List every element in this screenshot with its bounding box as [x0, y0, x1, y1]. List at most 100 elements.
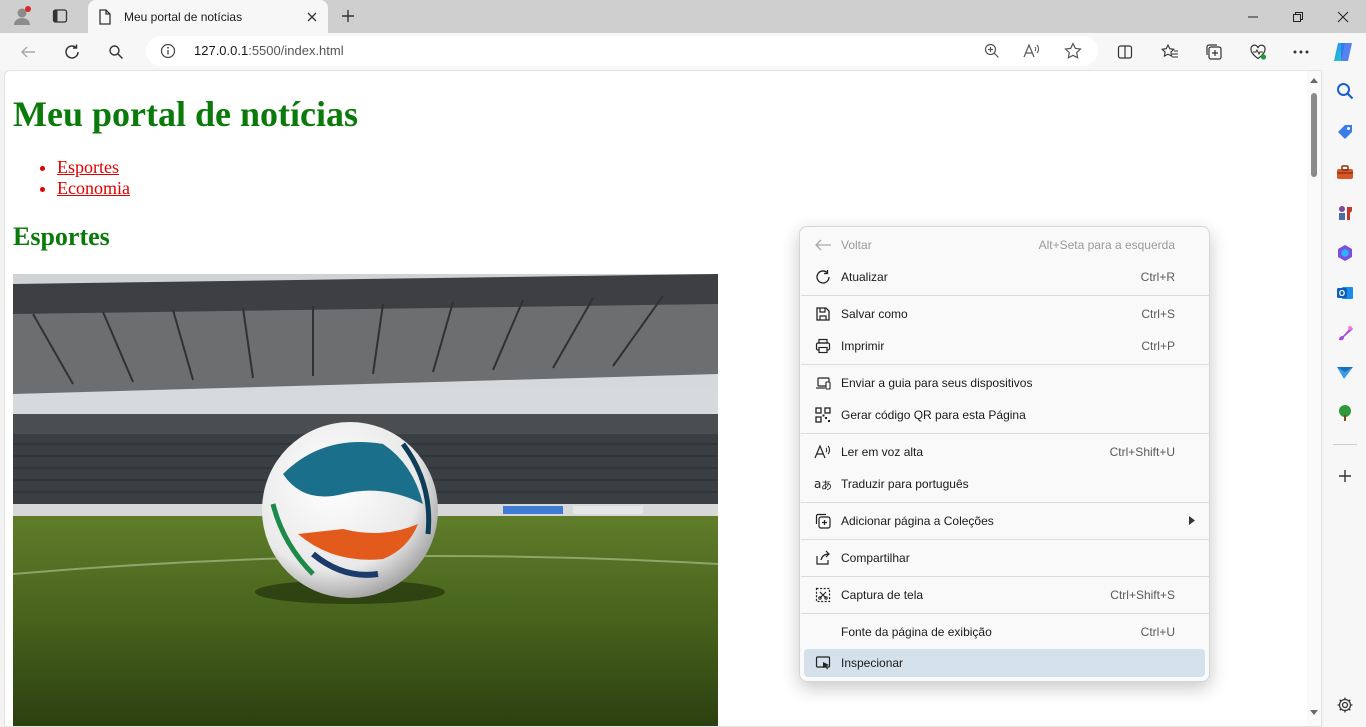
menu-label: Gerar código QR para esta Página: [841, 408, 1026, 422]
menu-item-translate[interactable]: aあ Traduzir para português: [804, 469, 1205, 499]
minimize-button[interactable]: [1230, 0, 1276, 33]
menu-separator: [801, 295, 1210, 296]
favorite-button[interactable]: [1060, 39, 1086, 63]
screenshot-icon: [815, 587, 831, 603]
sidebar-add[interactable]: [1332, 463, 1358, 489]
split-screen-button[interactable]: [1109, 36, 1141, 68]
tab-actions-button[interactable]: [44, 2, 76, 30]
tab-actions-icon: [52, 9, 68, 23]
menu-label: Fonte da página de exibição: [841, 625, 992, 639]
vertical-scrollbar[interactable]: [1307, 71, 1321, 726]
refresh-icon: [65, 44, 79, 59]
chess-icon: [1339, 206, 1352, 220]
menu-item-back[interactable]: Voltar Alt+Seta para a esquerda: [804, 230, 1205, 260]
settings-more-button[interactable]: [1285, 36, 1317, 68]
search-icon: [109, 45, 124, 60]
menu-label: Captura de tela: [841, 588, 924, 602]
menu-label: Compartilhar: [841, 551, 910, 565]
printer-icon: [815, 338, 831, 354]
outlook-icon: O: [1337, 287, 1353, 299]
tab-active[interactable]: Meu portal de notícias: [88, 0, 328, 33]
link-esportes[interactable]: Esportes: [57, 157, 119, 177]
link-economia[interactable]: Economia: [57, 178, 130, 198]
info-icon[interactable]: [160, 43, 176, 59]
section-heading: Esportes: [13, 222, 110, 251]
refresh-icon: [816, 270, 830, 284]
save-icon: [816, 307, 830, 321]
tab-strip: Meu portal de notícias: [0, 0, 1366, 33]
sidebar-tree[interactable]: [1332, 400, 1358, 426]
menu-shortcut: Ctrl+R: [1140, 270, 1175, 284]
copilot-button[interactable]: [1327, 36, 1359, 68]
menu-item-save-as[interactable]: Salvar como Ctrl+S: [804, 299, 1205, 329]
menu-item-refresh[interactable]: Atualizar Ctrl+R: [804, 262, 1205, 292]
tree-icon: [1339, 405, 1351, 421]
sidebar-copilot-m365[interactable]: [1332, 240, 1358, 266]
split-screen-icon: [1117, 45, 1133, 59]
close-tab-icon[interactable]: [306, 11, 318, 23]
edge-sidebar: O: [1324, 70, 1366, 727]
sidebar-shopping[interactable]: [1332, 119, 1358, 145]
collections-button[interactable]: [1198, 36, 1230, 68]
address-bar[interactable]: 127.0.0.1:5500/index.html: [146, 36, 1098, 66]
new-tab-button[interactable]: [332, 2, 364, 30]
address-path: :5500/index.html: [248, 43, 344, 58]
menu-item-print[interactable]: Imprimir Ctrl+P: [804, 331, 1205, 361]
context-menu: Voltar Alt+Seta para a esquerda Atualiza…: [799, 226, 1210, 682]
sidebar-settings[interactable]: [1332, 692, 1358, 718]
sidebar-games[interactable]: [1332, 200, 1358, 226]
back-button[interactable]: [12, 36, 44, 68]
menu-item-inspect[interactable]: Inspecionar: [804, 649, 1205, 677]
favorites-button[interactable]: [1154, 36, 1186, 68]
translate-icon: aあ: [814, 477, 832, 492]
devices-icon: [816, 377, 831, 390]
nav-list-item: Esportes: [57, 157, 130, 178]
menu-shortcut: Alt+Seta para a esquerda: [1038, 238, 1175, 252]
browser-essentials-button[interactable]: [1242, 36, 1274, 68]
menu-item-view-source[interactable]: Fonte da página de exibição Ctrl+U: [804, 617, 1205, 647]
read-aloud-icon: [1023, 43, 1039, 58]
chevron-right-icon: [1189, 516, 1195, 525]
restore-button[interactable]: [1275, 0, 1321, 33]
scroll-up-icon[interactable]: [1310, 77, 1318, 85]
sidebar-search[interactable]: [1332, 78, 1358, 104]
qr-code-icon: [815, 407, 831, 423]
scroll-thumb[interactable]: [1311, 93, 1317, 177]
read-aloud-button[interactable]: [1019, 39, 1045, 63]
sidebar-designer[interactable]: [1332, 320, 1358, 346]
profile-icon: [14, 6, 31, 25]
menu-label: Inspecionar: [841, 656, 904, 670]
menu-item-send-tab[interactable]: Enviar a guia para seus dispositivos: [804, 368, 1205, 398]
zoom-in-icon: [984, 43, 999, 58]
refresh-button[interactable]: [56, 36, 88, 68]
menu-item-share[interactable]: Compartilhar: [804, 543, 1205, 573]
menu-shortcut: Ctrl+S: [1141, 307, 1175, 321]
close-window-button[interactable]: [1320, 0, 1366, 33]
sidebar-send[interactable]: [1332, 360, 1358, 386]
read-aloud-icon: [814, 444, 830, 459]
inspect-icon: [815, 656, 831, 670]
menu-label: Adicionar página a Coleções: [841, 514, 994, 528]
sidebar-separator: [1333, 444, 1357, 445]
page-icon: [99, 8, 111, 25]
menu-item-read-aloud[interactable]: Ler em voz alta Ctrl+Shift+U: [804, 437, 1205, 467]
profile-button[interactable]: [6, 2, 38, 30]
m365-icon: [1338, 245, 1352, 261]
sidebar-outlook[interactable]: O: [1332, 280, 1358, 306]
menu-shortcut: Ctrl+P: [1141, 339, 1175, 353]
arrow-left-icon: [815, 239, 831, 251]
menu-item-add-to-collections[interactable]: Adicionar página a Coleções: [804, 506, 1205, 536]
address-text[interactable]: 127.0.0.1:5500/index.html: [194, 43, 344, 58]
menu-label: Voltar: [841, 238, 872, 252]
nav-list-item: Economia: [57, 178, 130, 199]
address-host: 127.0.0.1: [194, 43, 249, 58]
tab-title: Meu portal de notícias: [124, 9, 243, 24]
send-icon: [1337, 367, 1353, 379]
menu-item-qr-code[interactable]: Gerar código QR para esta Página: [804, 400, 1205, 430]
collections-icon: [1206, 44, 1222, 60]
search-button[interactable]: [100, 36, 132, 68]
zoom-button[interactable]: [979, 39, 1005, 63]
sidebar-tools[interactable]: [1332, 159, 1358, 185]
menu-item-screenshot[interactable]: Captura de tela Ctrl+Shift+S: [804, 580, 1205, 610]
scroll-down-icon[interactable]: [1310, 708, 1318, 716]
